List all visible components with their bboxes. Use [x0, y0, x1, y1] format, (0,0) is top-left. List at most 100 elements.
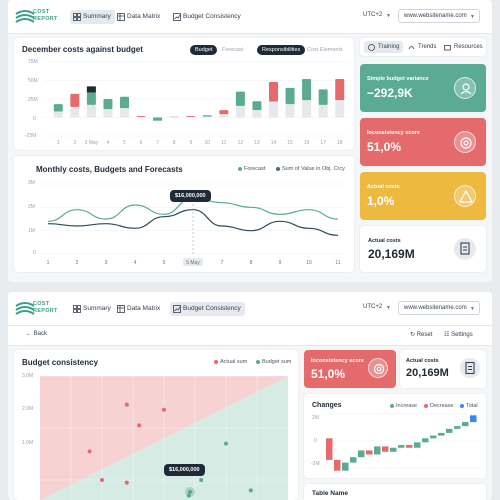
- toggle-responsibilities[interactable]: Responsibilities: [257, 45, 306, 55]
- nav-budget-consistency[interactable]: Budget Consistency: [170, 10, 245, 24]
- legend-label: Increase: [396, 403, 418, 409]
- x-tick: 2: [73, 140, 76, 146]
- chevron-down-icon: ▼: [470, 14, 475, 20]
- kpi-label: Simple budget variance: [367, 76, 429, 82]
- x-tick: 8: [173, 140, 176, 146]
- y-tick: 2M: [28, 204, 35, 210]
- y-tick: 1M: [28, 228, 35, 234]
- legend-label: Sum of Value in Obj. Crcy: [282, 166, 345, 172]
- kpi-inconsistency[interactable]: Inconsistency score 51,0%: [304, 350, 396, 388]
- bar-base: [285, 104, 295, 118]
- toggle-cost-elements[interactable]: Cost Elements: [302, 45, 348, 55]
- x-tick: 17: [320, 140, 326, 146]
- line-chart-card: Monthly costs, Budgets and Forecasts For…: [14, 156, 354, 272]
- y-tick: -25M: [25, 133, 37, 139]
- reset-button[interactable]: ↻ Reset: [410, 331, 432, 338]
- changes-title: Changes: [312, 402, 342, 409]
- url-select[interactable]: www.websitename.com ▼: [398, 9, 480, 23]
- top-bar: COST REPORT Summary Data Matrix Budget C…: [8, 0, 492, 34]
- sliders-icon: ☷: [444, 332, 450, 338]
- bar-base: [120, 108, 129, 118]
- bar: [252, 101, 262, 111]
- bar-base: [252, 110, 262, 118]
- y-tick: 3M: [28, 180, 35, 186]
- budget-point: [199, 478, 204, 482]
- logo-text: COST REPORT: [33, 9, 58, 23]
- x-tick: 10: [204, 140, 210, 146]
- kpi-actual-costs[interactable]: Actual costs 20,169M: [400, 350, 486, 388]
- trends-icon: [408, 46, 415, 50]
- nav-data-matrix[interactable]: Data Matrix: [114, 10, 164, 24]
- legend-label: Forecast: [244, 166, 266, 172]
- warning-icon: [454, 185, 476, 207]
- nav-data-matrix-label: Data Matrix: [127, 305, 161, 312]
- nav-budget-consistency-label: Budget Consistency: [183, 13, 241, 20]
- summary-dashboard: COST REPORT Summary Data Matrix Budget C…: [8, 0, 492, 282]
- actual-point: [162, 407, 166, 412]
- toggle-forecast[interactable]: Forecast: [217, 45, 248, 55]
- x-tick: 1: [47, 260, 50, 266]
- x-tick: 3 May: [85, 140, 99, 146]
- waterfall-bar: [374, 446, 381, 455]
- waterfall-bar: [390, 447, 397, 452]
- toggle-budget[interactable]: Budget: [190, 45, 218, 55]
- bar-chart-card: December costs against budget Budget For…: [14, 38, 354, 150]
- kpi-budget-variance[interactable]: Simple budget variance −292,9K: [360, 64, 486, 112]
- back-button[interactable]: ← Back: [26, 331, 47, 337]
- x-tick: 9: [279, 260, 282, 266]
- waterfall-bar: [446, 428, 453, 433]
- timezone-select[interactable]: UTC+2: [363, 12, 382, 18]
- logo-line-2: REPORT: [33, 308, 58, 314]
- timezone-value: UTC+2: [363, 304, 383, 310]
- x-tick: 14: [271, 140, 277, 146]
- waterfall-bar: [382, 446, 389, 452]
- waterfall-bar: [326, 438, 333, 460]
- bar-base: [302, 100, 312, 118]
- nav-data-matrix[interactable]: Data Matrix: [114, 302, 164, 316]
- legend-budget-sum: Budget sum: [256, 359, 291, 365]
- bar: [219, 110, 229, 115]
- kpi-actual-costs[interactable]: Actual costs 20,169M: [360, 226, 486, 272]
- changes-card: Changes Increase Decrease Total 2M 0 -2M: [304, 394, 486, 478]
- nav-summary[interactable]: Summary: [70, 10, 115, 24]
- actual-point: [124, 480, 129, 485]
- waterfall-bar: [342, 462, 349, 471]
- x-tick: 8: [250, 260, 253, 266]
- url-select[interactable]: www.websitename.com ▼: [398, 301, 480, 315]
- legend-dot: [460, 403, 464, 408]
- y-tick: 0: [33, 250, 36, 256]
- x-tick: 7: [156, 140, 159, 146]
- x-tick: 5: [163, 260, 166, 266]
- bar-base: [219, 114, 229, 118]
- settings-button[interactable]: ☷ Settings: [444, 331, 473, 338]
- y-tick: 2.0M: [22, 406, 34, 412]
- tab-resources[interactable]: Resources: [440, 41, 487, 53]
- bar: [53, 104, 63, 112]
- kpi-actual-costs-pct[interactable]: Actual costs 1,0%: [360, 172, 486, 220]
- bar-base: [86, 104, 96, 118]
- y-tick: 25M: [28, 97, 38, 103]
- nav-budget-consistency[interactable]: Budget Consistency: [170, 302, 245, 316]
- timezone-select[interactable]: UTC+2: [363, 304, 382, 310]
- tab-training[interactable]: Training: [364, 41, 404, 53]
- x-tick: 11: [335, 260, 340, 266]
- bar: [269, 81, 278, 102]
- y-tick: 2M: [312, 415, 319, 421]
- tab-trends[interactable]: Trends: [404, 41, 440, 53]
- bar: [335, 79, 345, 101]
- x-tick: 3: [105, 260, 108, 266]
- table-icon: [117, 13, 125, 21]
- kpi-inconsistency[interactable]: Inconsistency score 51,0%: [360, 118, 486, 166]
- waterfall-bar: [462, 422, 469, 427]
- scatter-plot: [40, 376, 288, 500]
- document-icon: [460, 358, 480, 378]
- bar-base: [70, 106, 80, 118]
- logo-line-2: REPORT: [33, 16, 58, 22]
- x-tick: 4: [134, 260, 137, 266]
- x-tick: 10: [306, 260, 312, 266]
- y-tick: -2M: [311, 461, 320, 467]
- nav-summary-label: Summary: [83, 305, 111, 312]
- target-icon: [368, 358, 388, 378]
- nav-summary[interactable]: Summary: [70, 302, 115, 316]
- waterfall-bar: [406, 445, 413, 448]
